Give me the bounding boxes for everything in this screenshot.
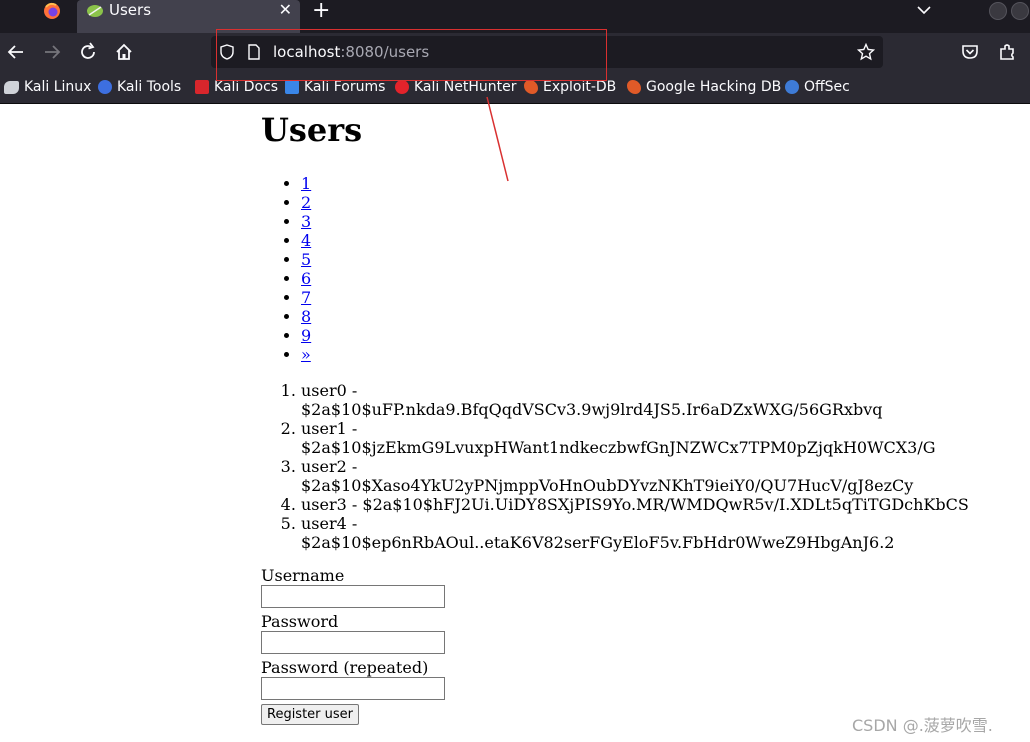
page-link-8[interactable]: 8 (301, 307, 311, 326)
exploit-db-icon (627, 80, 641, 94)
new-tab-icon[interactable]: + (312, 0, 330, 23)
offsec-icon (785, 80, 799, 94)
pagination: 1 2 3 4 5 6 7 8 9 » (261, 174, 1021, 364)
list-item: user1 -$2a$10$jzEkmG9LvuxpHWant1ndkeczbw… (301, 419, 1021, 457)
page-content: Users 1 2 3 4 5 6 7 8 9 » user0 -$2a$10$… (261, 104, 1021, 725)
bookmark-label: Kali Linux (24, 79, 92, 95)
bookmark-label: Kali Forums (304, 79, 386, 95)
pagination-item: 5 (301, 250, 1021, 269)
user-hash: $2a$10$uFP.nkda9.BfqQqdVSCv3.9wj9lrd4JS5… (301, 400, 883, 419)
bookmark-label: Exploit-DB (543, 79, 617, 95)
page-link-5[interactable]: 5 (301, 250, 311, 269)
pagination-item: 7 (301, 288, 1021, 307)
user-name: user4 - (301, 514, 358, 533)
page-link-7[interactable]: 7 (301, 288, 311, 307)
reload-icon[interactable] (77, 41, 99, 63)
bookmark-label: Kali Tools (117, 79, 182, 95)
firefox-icon[interactable] (42, 1, 62, 21)
pagination-item: 3 (301, 212, 1021, 231)
bookmark-offsec[interactable]: OffSec (785, 77, 850, 97)
pagination-item: 4 (301, 231, 1021, 250)
pagination-item: 1 (301, 174, 1021, 193)
password-repeat-field[interactable] (261, 677, 445, 700)
back-arrow-icon[interactable] (5, 41, 27, 63)
user-name: user3 - (301, 495, 358, 514)
list-item: user4 -$2a$10$ep6nRbAOul..etaK6V82serFGy… (301, 514, 1021, 552)
page-title: Users (261, 111, 363, 149)
bookmark-kali-linux[interactable]: Kali Linux (4, 77, 91, 97)
kali-nethunter-icon (395, 80, 409, 94)
user-hash: $2a$10$hFJ2Ui.UiDY8SXjPIS9Yo.MR/WMDQwR5v… (362, 495, 969, 514)
close-window-button[interactable] (1011, 2, 1029, 20)
pagination-item: 6 (301, 269, 1021, 288)
bookmark-label: Kali Docs (214, 79, 279, 95)
close-tab-icon[interactable]: ✕ (279, 0, 292, 19)
kali-dragon-icon (4, 80, 19, 94)
register-user-button[interactable]: Register user (261, 704, 360, 725)
star-bookmark-icon[interactable] (857, 43, 875, 61)
bookmark-label: Kali NetHunter (414, 79, 517, 95)
bookmark-label: OffSec (804, 79, 850, 95)
watermark: CSDN @.菠萝吹雪. (852, 716, 993, 735)
minimize-button[interactable] (989, 2, 1007, 20)
bookmark-kali-tools[interactable]: Kali Tools (98, 77, 181, 97)
pagination-item: 9 (301, 326, 1021, 345)
home-icon[interactable] (113, 41, 135, 63)
list-item: user2 -$2a$10$Xaso4YkU2yPNjmppVoHnOubDYv… (301, 457, 1021, 495)
pagination-item: 2 (301, 193, 1021, 212)
password-field[interactable] (261, 631, 445, 654)
page-link-6[interactable]: 6 (301, 269, 311, 288)
list-item: user0 -$2a$10$uFP.nkda9.BfqQqdVSCv3.9wj9… (301, 381, 1021, 419)
username-field[interactable] (261, 585, 445, 608)
tab-title: Users (109, 1, 152, 19)
password-label: Password (261, 612, 339, 631)
pagination-item: » (301, 345, 1021, 364)
user-name: user0 - (301, 381, 358, 400)
user-hash: $2a$10$ep6nRbAOul..etaK6V82serFGyEloF5v.… (301, 533, 895, 552)
user-hash: $2a$10$jzEkmG9LvuxpHWant1ndkeczbwfGnJNZW… (301, 438, 936, 457)
forward-arrow-icon[interactable] (41, 41, 63, 63)
page-link-3[interactable]: 3 (301, 212, 311, 231)
kali-docs-icon (195, 80, 209, 94)
page-link-2[interactable]: 2 (301, 193, 311, 212)
password-repeat-label: Password (repeated) (261, 658, 429, 677)
user-hash: $2a$10$Xaso4YkU2yPNjmppVoHnOubDYvzNKhT9i… (301, 476, 914, 495)
page-link-4[interactable]: 4 (301, 231, 311, 250)
annotation-box (216, 29, 607, 81)
kali-forums-icon (285, 80, 299, 94)
user-name: user2 - (301, 457, 358, 476)
bookmark-google-hacking-db[interactable]: Google Hacking DB (627, 77, 781, 97)
list-item: user3 - $2a$10$hFJ2Ui.UiDY8SXjPIS9Yo.MR/… (301, 495, 1021, 514)
page-link-9[interactable]: 9 (301, 326, 311, 345)
extensions-icon[interactable] (996, 41, 1018, 63)
exploit-db-icon (524, 80, 538, 94)
page-link-1[interactable]: 1 (301, 174, 311, 193)
kali-tools-icon (98, 80, 112, 94)
user-list: user0 -$2a$10$uFP.nkda9.BfqQqdVSCv3.9wj9… (261, 381, 1021, 552)
chevron-down-icon[interactable] (916, 2, 932, 18)
pocket-icon[interactable] (959, 41, 981, 63)
page-link-next[interactable]: » (301, 345, 311, 364)
pagination-item: 8 (301, 307, 1021, 326)
user-name: user1 - (301, 419, 358, 438)
register-form: Username Password Password (repeated) Re… (261, 566, 1021, 725)
bookmark-label: Google Hacking DB (646, 79, 782, 95)
username-label: Username (261, 566, 345, 585)
spring-leaf-icon (87, 5, 103, 17)
